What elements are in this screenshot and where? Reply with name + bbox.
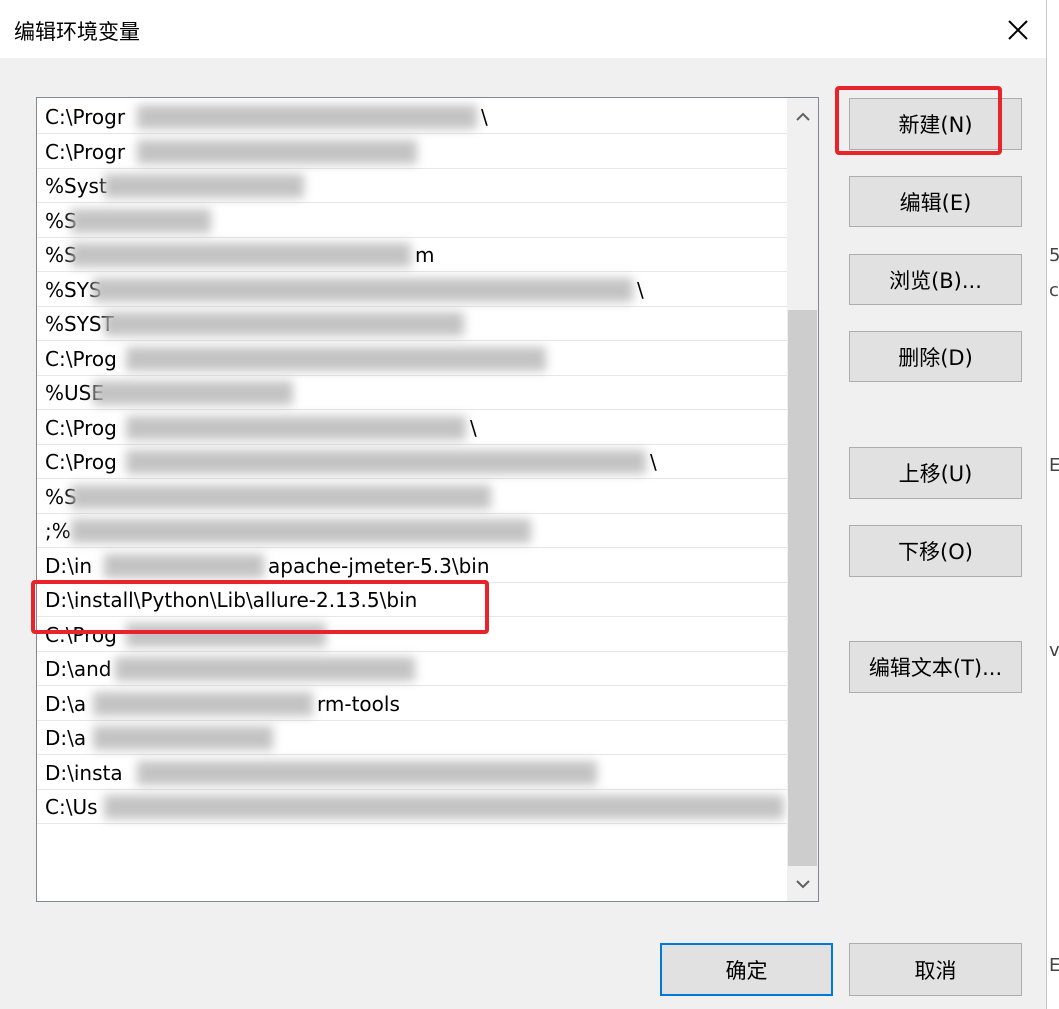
path-list-item[interactable]: D:\and [37,652,787,686]
path-text: C:\Prog [45,622,117,647]
title-bar: 编辑环境变量 [0,0,1046,58]
path-list-item[interactable]: %SYS \ [37,273,787,307]
path-text-tail: \ [637,277,644,302]
delete-button[interactable]: 删除(D) [849,331,1022,382]
path-listbox[interactable]: C:\Progr \ C:\Progr %Syst %S %S m %SYS \ %SYST C:\… [36,97,819,902]
redacted-text [93,277,633,302]
path-list-item[interactable]: C:\Prog \ [37,445,787,479]
path-list-item[interactable]: %S [37,204,787,238]
path-list-item[interactable]: D:\a [37,721,787,755]
path-list-item[interactable]: %Syst [37,169,787,203]
edit-text-button[interactable]: 编辑文本(T)... [849,641,1022,693]
path-list-item[interactable]: D:\a rm-tools [37,687,787,721]
new-button[interactable]: 新建(N) [849,98,1022,150]
path-text: D:\and [45,657,112,681]
path-list-item[interactable]: ;% [37,514,787,548]
redacted-text [115,657,415,681]
redacted-text [71,208,211,233]
redacted-text [137,105,477,129]
redacted-text [93,691,313,716]
path-text: C:\Prog [45,346,117,371]
scroll-thumb[interactable] [788,310,817,866]
redacted-text [104,174,304,198]
path-text: ;% [45,519,71,543]
chevron-up-icon [795,112,810,121]
redacted-text [137,760,597,785]
path-list-item[interactable]: C:\Us\ [37,790,795,824]
path-list-item[interactable]: %S m [37,238,787,272]
redacted-text [104,553,264,578]
path-text: C:\Progr [45,105,126,129]
path-text: D:\a [45,726,87,750]
path-list-item[interactable]: %S [37,480,787,514]
path-text-tail: \ [470,415,477,440]
scroll-up-button[interactable] [787,100,818,134]
redacted-text [93,726,273,750]
redacted-text [71,243,411,267]
vertical-scrollbar[interactable] [787,98,818,901]
redacted-text [126,346,546,371]
path-list-item[interactable]: D:\insta [37,756,787,790]
edit-button[interactable]: 编辑(E) [849,176,1022,227]
redacted-text [126,622,326,647]
background-window-edge: 5 c E v E [1046,0,1059,1009]
path-text: D:\install\Python\Lib\allure-2.13.5\bin [45,588,418,612]
cancel-button[interactable]: 取消 [849,943,1022,996]
path-list-item[interactable]: C:\Prog [37,618,787,652]
ok-button[interactable]: 确定 [660,943,833,996]
path-text: C:\Progr [45,139,126,164]
path-list-item[interactable]: D:\install\Python\Lib\allure-2.13.5\bin [37,583,787,617]
path-list-item[interactable]: C:\Prog \ [37,411,787,445]
move-up-button[interactable]: 上移(U) [849,447,1022,499]
path-text-tail: apache-jmeter-5.3\bin [268,553,490,578]
path-text-tail: \ [650,450,657,474]
path-list-item[interactable]: C:\Progr \ [37,100,787,134]
scroll-down-button[interactable] [787,867,818,901]
close-icon [1008,20,1028,40]
path-list-item[interactable]: C:\Prog [37,342,787,376]
path-text: D:\insta [45,760,123,785]
close-button[interactable] [996,10,1040,50]
redacted-text [71,484,491,509]
redacted-text [93,381,293,405]
redacted-text [104,312,464,336]
path-text-tail: m [415,243,435,267]
redacted-text [137,139,417,164]
path-text: %Syst [45,174,107,198]
move-down-button[interactable]: 下移(O) [849,525,1022,577]
path-text-tail: \ [481,105,488,129]
redacted-text [126,450,646,474]
redacted-text [71,519,531,543]
path-text: C:\Prog [45,415,117,440]
path-text: C:\Prog [45,450,117,474]
redacted-text [104,795,784,819]
redacted-text [126,415,466,440]
chevron-down-icon [795,880,810,889]
path-list-item[interactable]: D:\in apache-jmeter-5.3\bin [37,549,787,583]
path-list-item[interactable]: C:\Progr [37,135,787,169]
path-text: D:\a [45,691,87,716]
path-text-tail: rm-tools [317,691,400,716]
path-list-item[interactable]: %SYST [37,307,787,341]
browse-button[interactable]: 浏览(B)... [849,254,1022,305]
path-text: C:\Us [45,795,98,819]
path-list-item[interactable]: %USE [37,376,787,410]
path-text: D:\in [45,553,93,578]
dialog-title: 编辑环境变量 [14,20,140,44]
